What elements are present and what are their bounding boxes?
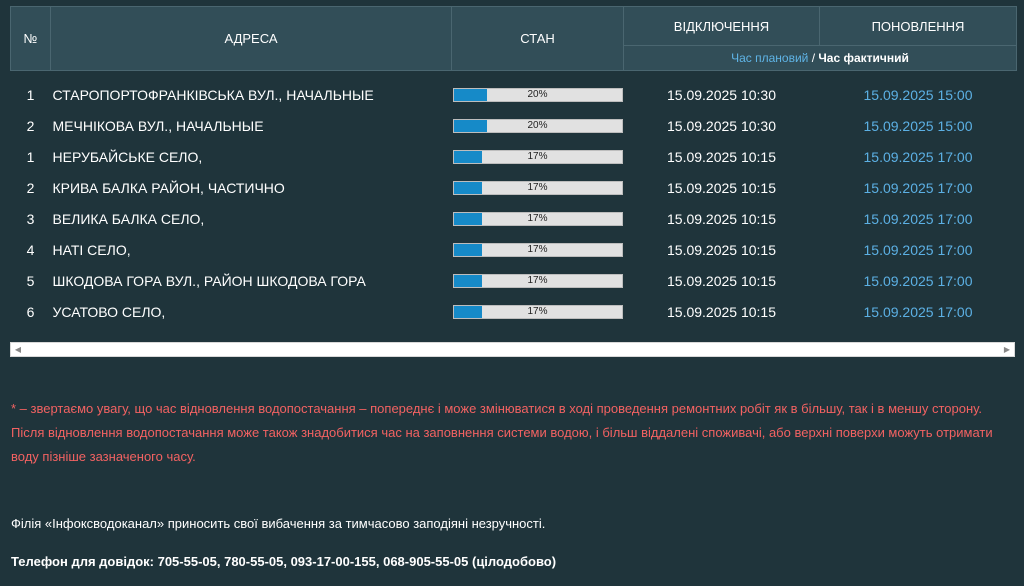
progress-bar: 17%	[452, 273, 623, 288]
row-number: 6	[26, 303, 35, 320]
header-address: АДРЕСА	[50, 6, 452, 71]
row-status: 17%	[452, 234, 624, 265]
row-address: НЕРУБАЙСЬКЕ СЕЛО,	[52, 148, 203, 165]
scroll-right-arrow-icon[interactable]: ▶	[1001, 344, 1013, 355]
row-number: 1	[26, 86, 35, 103]
row-address: ШКОДОВА ГОРА ВУЛ., РАЙОН ШКОДОВА ГОРА	[52, 272, 366, 289]
progress-bar: 17%	[452, 180, 623, 195]
row-outage-time: 15.09.2025 10:15	[667, 179, 776, 196]
help-phone-numbers: Телефон для довідок: 705-55-05, 780-55-0…	[11, 554, 557, 569]
table-row: 6 УСАТОВО СЕЛО, 17% 15.09.2025 10:15 15.09.2…	[11, 296, 1017, 327]
row-status: 17%	[452, 172, 624, 203]
row-status: 17%	[452, 265, 624, 296]
progress-percent: 20%	[527, 88, 548, 100]
row-number: 1	[26, 148, 35, 165]
legend-actual-time: Час фактичний	[818, 51, 909, 65]
table-row: 2 КРИВА БАЛКА РАЙОН, ЧАСТИЧНО 17% 15.09.202…	[11, 172, 1017, 203]
header-restore: ПОНОВЛЕННЯ	[819, 6, 1017, 46]
row-status: 17%	[452, 141, 624, 172]
header-status: СТАН	[451, 6, 624, 71]
row-address: ВЕЛИКА БАЛКА СЕЛО,	[52, 210, 205, 227]
scroll-left-arrow-icon[interactable]: ◀	[12, 344, 24, 355]
progress-bar: 17%	[452, 304, 623, 319]
progress-percent: 17%	[527, 305, 548, 317]
row-address: КРИВА БАЛКА РАЙОН, ЧАСТИЧНО	[52, 179, 285, 196]
table-row: 1 НЕРУБАЙСЬКЕ СЕЛО, 17% 15.09.2025 10:15 15.…	[11, 141, 1017, 172]
row-restore-time: 15.09.2025 17:00	[863, 210, 973, 227]
outage-table-container: № АДРЕСА СТАН ВІДКЛЮЧЕННЯ ПОНОВЛЕННЯ Час…	[10, 6, 1017, 327]
row-address: НАТІ СЕЛО,	[52, 241, 131, 258]
progress-percent: 17%	[527, 150, 548, 162]
row-status: 17%	[452, 296, 624, 327]
table-row: 4 НАТІ СЕЛО, 17% 15.09.2025 10:15 15.09.2025…	[11, 234, 1017, 265]
apology-message: Філія «Інфоксводоканал» приносить свої в…	[11, 516, 546, 531]
progress-percent: 17%	[527, 274, 548, 286]
row-outage-time: 15.09.2025 10:30	[667, 117, 776, 134]
progress-bar: 17%	[452, 211, 623, 226]
row-outage-time: 15.09.2025 10:15	[667, 303, 776, 320]
row-number: 5	[26, 272, 35, 289]
header-outage: ВІДКЛЮЧЕННЯ	[623, 6, 820, 46]
table-row: 2 МЕЧНІКОВА ВУЛ., НАЧАЛЬНЫЕ 20% 15.09.2025 …	[11, 110, 1017, 141]
progress-bar: 20%	[452, 87, 623, 102]
row-address: СТАРОПОРТОФРАНКІВСЬКА ВУЛ., НАЧАЛЬНЫЕ	[52, 86, 374, 103]
progress-bar: 17%	[452, 149, 623, 164]
row-restore-time: 15.09.2025 17:00	[863, 241, 973, 258]
row-address: УСАТОВО СЕЛО,	[52, 303, 166, 320]
table-row: 3 ВЕЛИКА БАЛКА СЕЛО, 17% 15.09.2025 10:15 15…	[11, 203, 1017, 234]
header-time-legend: Час плановий / Час фактичний	[623, 45, 1017, 71]
horizontal-scrollbar[interactable]: ◀ ▶	[10, 342, 1015, 357]
row-outage-time: 15.09.2025 10:15	[667, 272, 776, 289]
table-row: 5 ШКОДОВА ГОРА ВУЛ., РАЙОН ШКОДОВА ГОРА 17…	[11, 265, 1017, 296]
table-row: 1 СТАРОПОРТОФРАНКІВСЬКА ВУЛ., НАЧАЛЬНЫЕ 20…	[11, 79, 1017, 110]
row-number: 2	[26, 117, 35, 134]
progress-percent: 20%	[527, 119, 548, 131]
row-outage-time: 15.09.2025 10:30	[667, 86, 776, 103]
row-number: 4	[26, 241, 35, 258]
progress-percent: 17%	[527, 243, 548, 255]
row-restore-time: 15.09.2025 17:00	[863, 148, 973, 165]
progress-percent: 17%	[527, 181, 548, 193]
outage-table: № АДРЕСА СТАН ВІДКЛЮЧЕННЯ ПОНОВЛЕННЯ Час…	[10, 6, 1017, 327]
row-status: 17%	[452, 203, 624, 234]
legend-separator: /	[808, 51, 819, 65]
row-restore-time: 15.09.2025 17:00	[863, 179, 973, 196]
row-restore-time: 15.09.2025 17:00	[863, 303, 973, 320]
row-restore-time: 15.09.2025 15:00	[863, 117, 973, 134]
row-address: МЕЧНІКОВА ВУЛ., НАЧАЛЬНЫЕ	[52, 117, 264, 134]
row-restore-time: 15.09.2025 17:00	[863, 272, 973, 289]
row-status: 20%	[452, 110, 624, 141]
row-outage-time: 15.09.2025 10:15	[667, 210, 776, 227]
progress-percent: 17%	[527, 212, 548, 224]
row-number: 3	[26, 210, 35, 227]
progress-bar: 17%	[452, 242, 623, 257]
progress-bar: 20%	[452, 118, 623, 133]
header-number: №	[10, 6, 51, 71]
row-outage-time: 15.09.2025 10:15	[667, 148, 776, 165]
restoration-time-note: * – звертаємо увагу, що час відновлення …	[11, 401, 993, 464]
row-status: 20%	[452, 79, 624, 110]
row-outage-time: 15.09.2025 10:15	[667, 241, 776, 258]
legend-planned-time: Час плановий	[731, 51, 809, 65]
row-restore-time: 15.09.2025 15:00	[863, 86, 973, 103]
row-number: 2	[26, 179, 35, 196]
